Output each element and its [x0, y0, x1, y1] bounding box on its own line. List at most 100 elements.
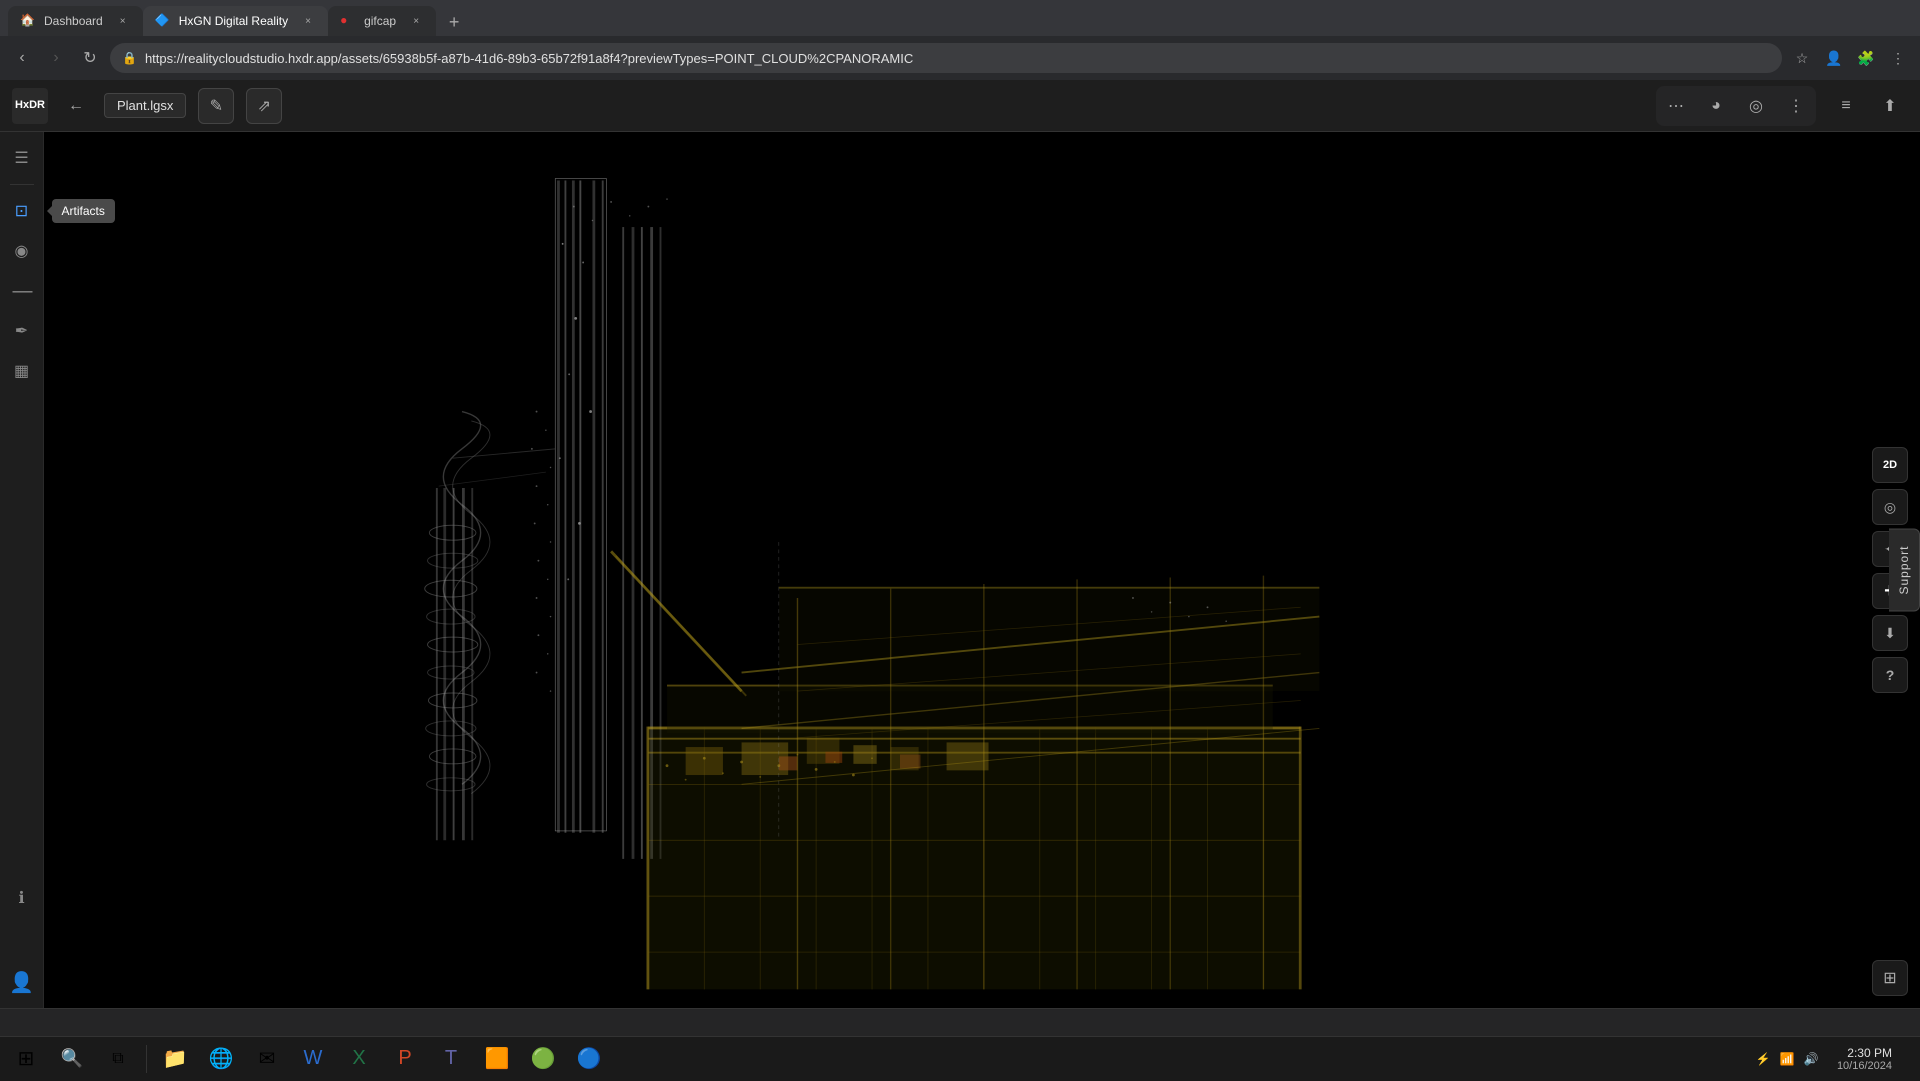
filter-button[interactable]: ≡: [1828, 88, 1864, 124]
table-view-button[interactable]: ⊞: [1872, 960, 1908, 996]
taskbar-green-app[interactable]: 🟢: [521, 1037, 565, 1081]
tab-gifcap[interactable]: ● gifcap ×: [328, 6, 436, 36]
2d-toggle-button[interactable]: 2D: [1872, 447, 1908, 483]
word-icon: W: [304, 1047, 323, 1070]
sidebar-item-data[interactable]: ▦: [4, 353, 40, 389]
taskbar-powerpoint[interactable]: P: [383, 1037, 427, 1081]
browser-settings-icon[interactable]: ⋮: [1884, 44, 1912, 72]
points-view-button[interactable]: ⋯: [1658, 88, 1694, 124]
forward-nav-button[interactable]: ›: [42, 44, 70, 72]
back-nav-button[interactable]: ‹: [8, 44, 36, 72]
volume-icon: 🔊: [1803, 1051, 1819, 1067]
app-header: Hx DR ← Plant.lgsx ✎ ⇗ ⋯ ◕ ◎: [0, 80, 1920, 132]
user-icon: 👤: [9, 970, 34, 995]
network-icon: 📶: [1779, 1051, 1795, 1067]
tab-favicon-gifcap: ●: [340, 13, 356, 29]
browser-tabs: 🏠 Dashboard × 🔷 HxGN Digital Reality × ●…: [0, 0, 1920, 36]
taskbar-excel[interactable]: X: [337, 1037, 381, 1081]
excel-icon: X: [352, 1047, 365, 1070]
tab-close-dashboard[interactable]: ×: [115, 13, 131, 29]
tab-label-hxgn: HxGN Digital Reality: [179, 14, 288, 28]
sidebar-item-ruler[interactable]: —: [4, 273, 40, 309]
tab-dashboard[interactable]: 🏠 Dashboard ×: [8, 6, 143, 36]
taskbar-systray: ⚡ 📶 🔊: [1747, 1051, 1827, 1067]
help-button[interactable]: ?: [1872, 657, 1908, 693]
tab-favicon-hxgn: 🔷: [155, 13, 171, 29]
download-icon: ⬇: [1884, 625, 1896, 642]
camera-icon: ◎: [1749, 96, 1763, 116]
sphere-icon: ◕: [1711, 97, 1721, 115]
sidebar-item-globe[interactable]: ◉: [4, 233, 40, 269]
location-icon: ◎: [1884, 499, 1896, 516]
sidebar-item-menu[interactable]: ☰: [4, 140, 40, 176]
table-icon: ⊞: [1883, 968, 1896, 988]
taskbar-edge[interactable]: 🌐: [199, 1037, 243, 1081]
battery-icon: ⚡: [1755, 1051, 1771, 1067]
extensions-icon[interactable]: 🧩: [1852, 44, 1880, 72]
status-bar: [0, 1008, 1920, 1036]
taskbar-taskview-button[interactable]: ⧉: [96, 1037, 140, 1081]
teams-icon: T: [445, 1047, 457, 1070]
header-right-tools: ≡ ⬆: [1828, 88, 1908, 124]
data-icon: ▦: [14, 361, 29, 381]
2d-label: 2D: [1883, 459, 1897, 471]
refresh-button[interactable]: ↻: [76, 44, 104, 72]
upload-button[interactable]: ⬆: [1872, 88, 1908, 124]
sidebar-item-user[interactable]: 👤: [4, 964, 40, 1000]
sidebar-item-annotation[interactable]: ✒: [4, 313, 40, 349]
browser-toolbar-actions: ☆ 👤 🧩 ⋮: [1788, 44, 1912, 72]
sphere-view-button[interactable]: ◕: [1698, 88, 1734, 124]
point-cloud-visualization: [44, 132, 1920, 1008]
camera-view-button[interactable]: ◎: [1738, 88, 1774, 124]
filter-icon: ≡: [1841, 97, 1850, 115]
taskbar-clock[interactable]: 2:30 PM 10/16/2024: [1829, 1046, 1900, 1072]
more-view-button[interactable]: ⋮: [1778, 88, 1814, 124]
left-sidebar: ☰ ⊡ Artifacts ◉ — ✒ ▦: [0, 132, 44, 1008]
start-button[interactable]: ⊞: [4, 1037, 48, 1081]
download-button[interactable]: ⬇: [1872, 615, 1908, 651]
share-button[interactable]: ⇗: [246, 88, 282, 124]
taskbar-mail[interactable]: ✉: [245, 1037, 289, 1081]
taskbar: ⊞ 🔍 ⧉ 📁 🌐 ✉ W X P T 🟧: [0, 1036, 1920, 1080]
share-icon: ⇗: [258, 96, 271, 116]
taskbar-orange-app[interactable]: 🟧: [475, 1037, 519, 1081]
main-area: ☰ ⊡ Artifacts ◉ — ✒ ▦: [0, 132, 1920, 1008]
clock-date: 10/16/2024: [1837, 1060, 1892, 1072]
taskview-icon: ⧉: [112, 1050, 123, 1068]
file-explorer-icon: 📁: [163, 1046, 188, 1071]
file-name: Plant.lgsx: [104, 93, 186, 118]
taskbar-teams[interactable]: T: [429, 1037, 473, 1081]
browser-toolbar: ‹ › ↻ 🔒 https://realitycloudstudio.hxdr.…: [0, 36, 1920, 80]
support-tab[interactable]: Support: [1889, 528, 1920, 611]
edit-button[interactable]: ✎: [198, 88, 234, 124]
taskbar-file-explorer[interactable]: 📁: [153, 1037, 197, 1081]
back-button[interactable]: ←: [60, 90, 92, 122]
app-logo: Hx DR: [12, 88, 48, 124]
app-content: Hx DR ← Plant.lgsx ✎ ⇗ ⋯ ◕ ◎: [0, 80, 1920, 1036]
tab-hxgn[interactable]: 🔷 HxGN Digital Reality ×: [143, 6, 328, 36]
clock-time: 2:30 PM: [1837, 1046, 1892, 1060]
edit-icon: ✎: [210, 96, 223, 116]
taskbar-corner[interactable]: [1902, 1037, 1916, 1081]
taskbar-search-button[interactable]: 🔍: [50, 1037, 94, 1081]
address-bar[interactable]: 🔒 https://realitycloudstudio.hxdr.app/as…: [110, 43, 1782, 73]
sidebar-item-info[interactable]: ℹ: [4, 880, 40, 916]
tab-label-dashboard: Dashboard: [44, 14, 103, 28]
tab-favicon-dashboard: 🏠: [20, 13, 36, 29]
location-button[interactable]: ◎: [1872, 489, 1908, 525]
tab-close-hxgn[interactable]: ×: [300, 13, 316, 29]
sidebar-item-artifacts[interactable]: ⊡ Artifacts: [4, 193, 40, 229]
new-tab-button[interactable]: +: [440, 8, 468, 36]
tab-label-gifcap: gifcap: [364, 14, 396, 28]
taskbar-word[interactable]: W: [291, 1037, 335, 1081]
bookmark-icon[interactable]: ☆: [1788, 44, 1816, 72]
orange-app-icon: 🟧: [485, 1046, 510, 1071]
tab-close-gifcap[interactable]: ×: [408, 13, 424, 29]
profile-icon[interactable]: 👤: [1820, 44, 1848, 72]
artifacts-icon: ⊡: [15, 201, 28, 221]
edge-icon: 🌐: [209, 1046, 234, 1071]
url-text: https://realitycloudstudio.hxdr.app/asse…: [145, 51, 1770, 66]
viewport[interactable]: 2D ◎ ✦ + ⬇ ?: [44, 132, 1920, 1008]
taskbar-blue-app[interactable]: 🔵: [567, 1037, 611, 1081]
mail-icon: ✉: [259, 1046, 276, 1071]
